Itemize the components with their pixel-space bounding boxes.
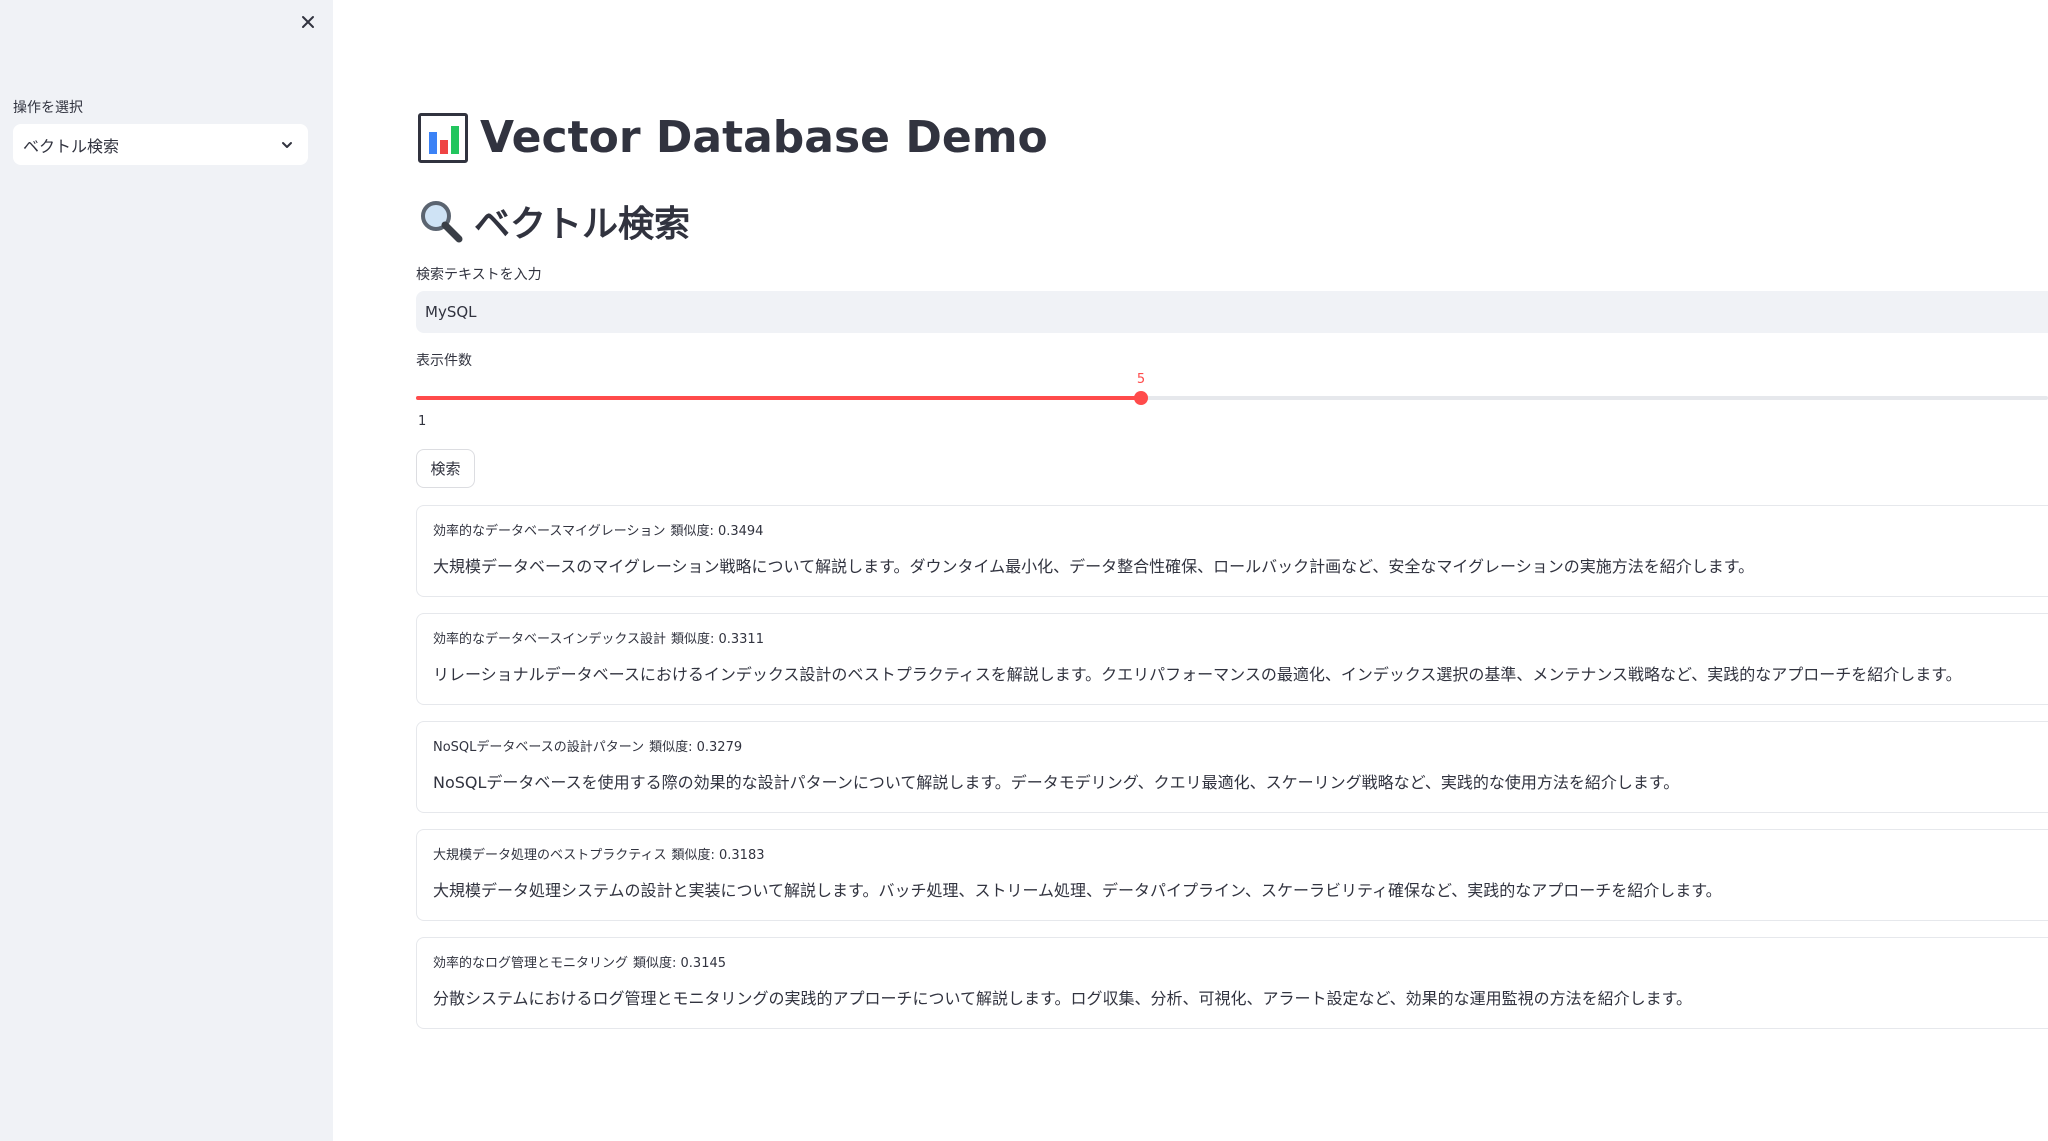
slider-value: 5 <box>1136 372 1146 387</box>
operation-select-value: ベクトル検索 <box>23 136 120 156</box>
result-card: 効率的なログ管理とモニタリング 類似度: 0.3145 分散システムにおけるログ管理… <box>416 937 2048 1029</box>
result-similarity: 類似度: 0.3145 <box>633 956 727 971</box>
result-title: 効率的なデータベースインデックス設計 <box>433 632 666 647</box>
result-card: 効率的なデータベースインデックス設計 類似度: 0.3311 リレーショナルデータベ… <box>416 613 2048 705</box>
result-similarity: 類似度: 0.3279 <box>649 740 743 755</box>
bar-chart-icon <box>418 112 468 163</box>
result-heading: 効率的なデータベースインデックス設計 類似度: 0.3311 <box>433 628 2032 647</box>
result-card: 大規模データ処理のベストプラクティス 類似度: 0.3183 大規模データ処理システ… <box>416 829 2048 921</box>
slider-min-label: 1 <box>418 414 427 429</box>
operation-select-label: 操作を選択 <box>13 100 83 116</box>
result-description: 大規模データ処理システムの設計と実装について解説します。バッチ処理、ストリーム処… <box>433 881 1722 900</box>
result-count-slider[interactable]: 5 1 <box>416 370 2048 430</box>
result-description: 大規模データベースのマイグレーション戦略について解説します。ダウンタイム最小化、… <box>433 557 1755 576</box>
section-title-text: ベクトル検索 <box>474 204 691 245</box>
slider-thumb[interactable] <box>1134 391 1148 405</box>
operation-select[interactable]: ベクトル検索 <box>13 124 308 165</box>
main-content: Vector Database Demo ベクトル検索 検索テキストを入力 表示… <box>333 0 2048 1141</box>
result-description: リレーショナルデータベースにおけるインデックス設計のベストプラクティスを解説しま… <box>433 665 1962 684</box>
close-sidebar-button[interactable] <box>296 10 320 34</box>
result-title: 効率的なデータベースマイグレーション <box>433 524 666 539</box>
results-list: 効率的なデータベースマイグレーション 類似度: 0.3494 大規模データベースのマ… <box>416 505 2048 1045</box>
result-card: NoSQLデータベースの設計パターン 類似度: 0.3279 NoSQLデータベース… <box>416 721 2048 813</box>
result-heading: 大規模データ処理のベストプラクティス 類似度: 0.3183 <box>433 844 2032 863</box>
sidebar: 操作を選択 ベクトル検索 <box>0 0 333 1141</box>
result-title: 大規模データ処理のベストプラクティス <box>433 848 667 863</box>
result-similarity: 類似度: 0.3183 <box>671 848 765 863</box>
search-button[interactable]: 検索 <box>416 449 475 488</box>
result-heading: 効率的なログ管理とモニタリング 類似度: 0.3145 <box>433 952 2032 971</box>
slider-fill <box>416 396 1141 400</box>
search-input-label: 検索テキストを入力 <box>416 267 542 283</box>
search-input[interactable] <box>416 291 2048 333</box>
result-title: NoSQLデータベースの設計パターン <box>433 740 645 755</box>
result-card: 効率的なデータベースマイグレーション 類似度: 0.3494 大規模データベースのマ… <box>416 505 2048 597</box>
result-similarity: 類似度: 0.3494 <box>670 524 764 539</box>
section-title: ベクトル検索 <box>418 195 690 247</box>
result-heading: NoSQLデータベースの設計パターン 類似度: 0.3279 <box>433 736 2032 755</box>
result-similarity: 類似度: 0.3311 <box>670 632 764 647</box>
result-title: 効率的なログ管理とモニタリング <box>433 956 629 971</box>
magnifier-icon <box>421 201 463 243</box>
result-description: NoSQLデータベースを使用する際の効果的な設計パターンについて解説します。デー… <box>433 773 1680 792</box>
result-description: 分散システムにおけるログ管理とモニタリングの実践的アプローチについて解説します。… <box>433 989 1693 1008</box>
close-icon <box>302 16 314 28</box>
result-count-label: 表示件数 <box>416 353 472 369</box>
page-title-text: Vector Database Demo <box>480 112 1048 163</box>
page-title: Vector Database Demo <box>418 112 1048 163</box>
result-heading: 効率的なデータベースマイグレーション 類似度: 0.3494 <box>433 520 2032 539</box>
chevron-down-icon <box>282 141 292 148</box>
